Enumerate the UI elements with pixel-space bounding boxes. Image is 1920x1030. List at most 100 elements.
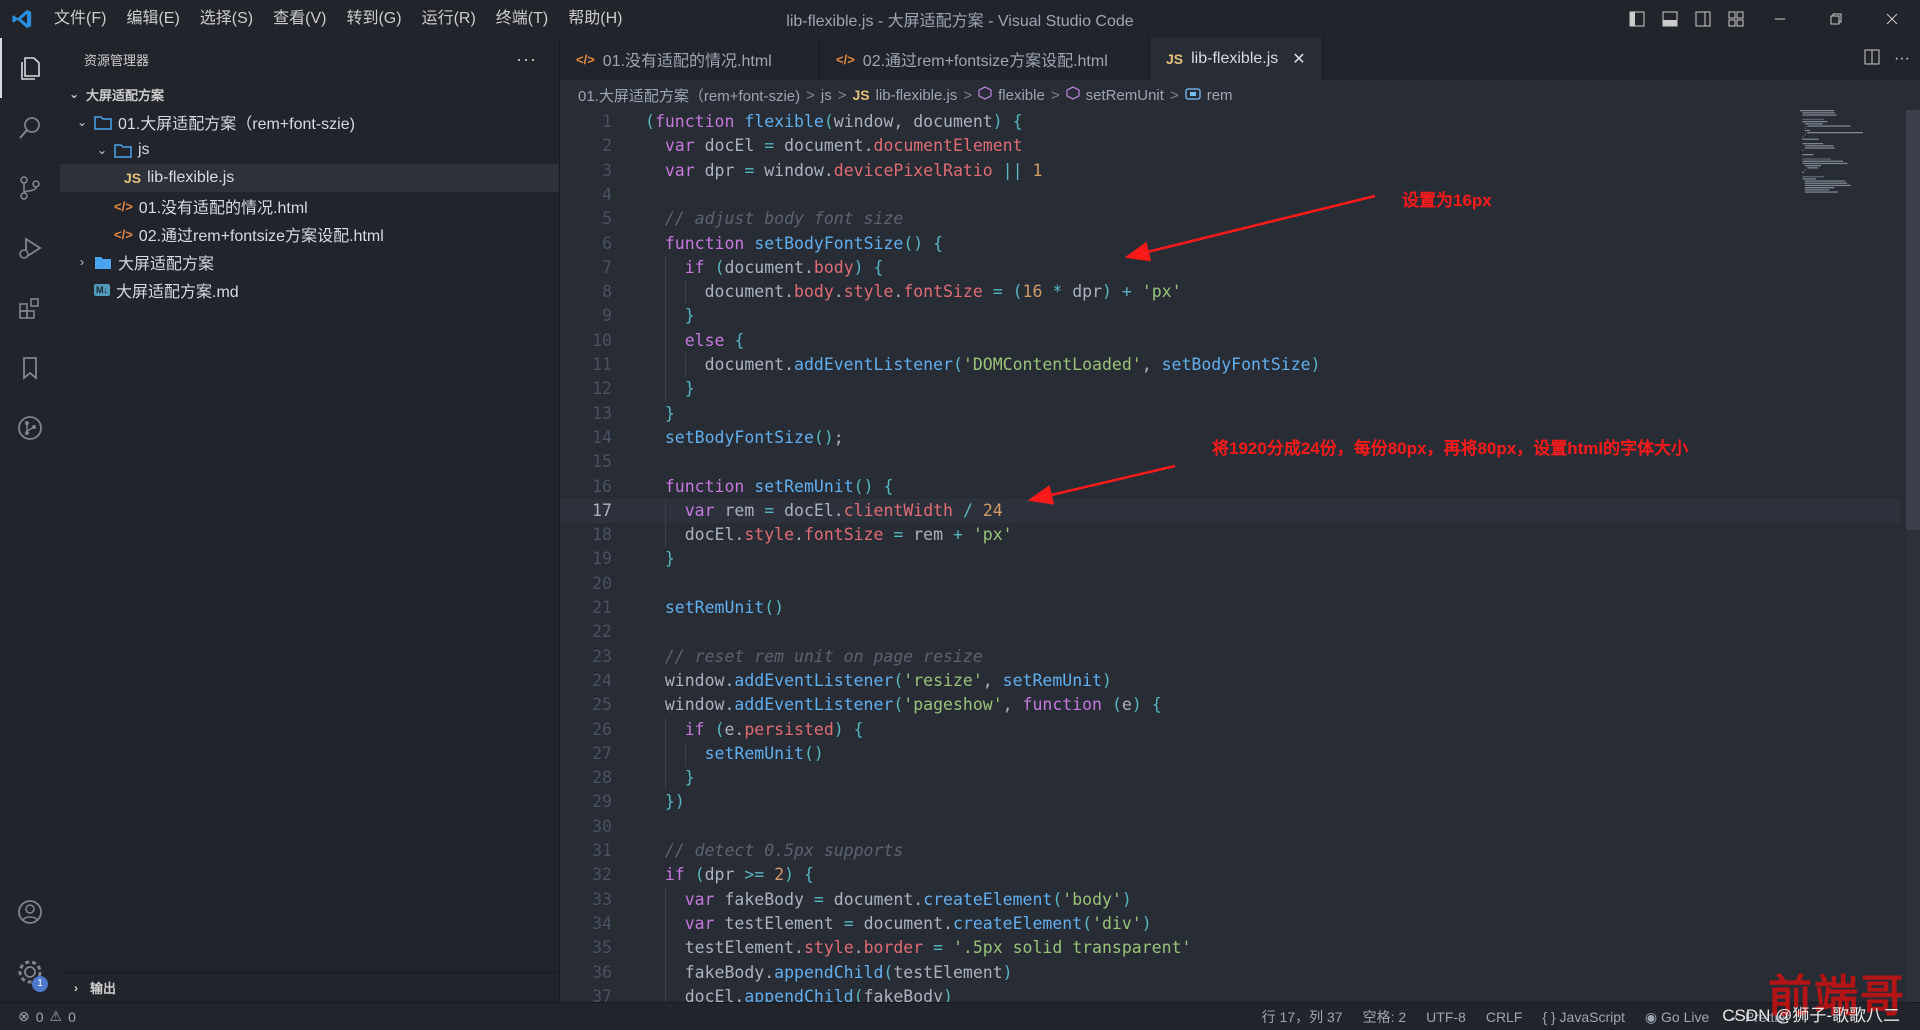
explorer-more-icon[interactable]: ··· xyxy=(516,49,537,70)
tree-item[interactable]: M↓ 大屏适配方案.md xyxy=(60,276,559,304)
toggle-sidebar-icon[interactable] xyxy=(1620,0,1653,38)
minimize-button[interactable] xyxy=(1752,0,1808,38)
menu-item[interactable]: 选择(S) xyxy=(190,0,263,38)
toggle-secondary-sidebar-icon[interactable] xyxy=(1686,0,1719,38)
code-line[interactable]: 24 window.addEventListener('resize', set… xyxy=(560,669,1900,693)
code-line[interactable]: 37 docEl.appendChild(fakeBody) xyxy=(560,985,1900,1002)
search-icon[interactable] xyxy=(0,98,60,158)
breadcrumb-subfolder[interactable]: js xyxy=(821,87,832,104)
menu-item[interactable]: 编辑(E) xyxy=(116,0,189,38)
code-line[interactable]: 32 if (dpr >= 2) { xyxy=(560,863,1900,887)
end-of-line[interactable]: CRLF xyxy=(1476,1009,1533,1025)
close-tab-icon[interactable]: ✕ xyxy=(1292,49,1305,69)
extensions-icon[interactable] xyxy=(0,278,60,338)
editor-tab[interactable]: </> 01.没有适配的情况.html xyxy=(560,38,820,80)
code-line[interactable]: 25 window.addEventListener('pageshow', f… xyxy=(560,693,1900,717)
code-line[interactable]: 34 var testElement = document.createElem… xyxy=(560,912,1900,936)
code-line[interactable]: 17 var rem = docEl.clientWidth / 24 xyxy=(560,498,1900,523)
accounts-icon[interactable] xyxy=(0,882,60,942)
breadcrumb-symbol[interactable]: rem xyxy=(1207,87,1233,104)
bookmark-icon[interactable] xyxy=(0,338,60,398)
code-line[interactable]: 9 } xyxy=(560,304,1900,328)
code-line[interactable]: 7 if (document.body) { xyxy=(560,256,1900,280)
tree-item[interactable]: JS lib-flexible.js xyxy=(60,164,559,192)
go-live-button[interactable]: ◉ Go Live xyxy=(1635,1009,1719,1026)
html-file-icon: </> xyxy=(576,51,595,67)
run-debug-icon[interactable] xyxy=(0,218,60,278)
editor-tab[interactable]: </> 02.通过rem+fontsize方案设配.html xyxy=(820,38,1150,80)
vscode-window: 文件(F) 编辑(E) 选择(S) 查看(V) 转到(G) 运行(R) 终端(T) 帮助(H)… xyxy=(0,0,1920,1030)
output-panel-toggle[interactable]: › 输出 xyxy=(60,972,559,1002)
menu-item[interactable]: 运行(R) xyxy=(412,0,486,38)
code-text: docEl.appendChild(fakeBody) xyxy=(645,986,953,1002)
code-line[interactable]: 29 }) xyxy=(560,790,1900,814)
cursor-position[interactable]: 行 17，列 37 xyxy=(1252,1007,1353,1027)
menu-item[interactable]: 帮助(H) xyxy=(558,0,632,38)
code-line[interactable]: 27 setRemUnit() xyxy=(560,742,1900,766)
code-line[interactable]: 33 var fakeBody = document.createElement… xyxy=(560,888,1900,912)
indentation[interactable]: 空格: 2 xyxy=(1353,1007,1417,1027)
close-window-button[interactable] xyxy=(1864,0,1920,38)
line-number: 24 xyxy=(592,670,612,690)
code-line[interactable]: 23 // reset rem unit on page resize xyxy=(560,645,1900,669)
code-text: window.addEventListener('resize', setRem… xyxy=(645,670,1112,690)
code-line[interactable]: 1 (function flexible(window, document) { xyxy=(560,110,1900,134)
tree-item[interactable]: ⌄ js xyxy=(60,136,559,164)
problems-indicator[interactable]: ⊗ 0 ⚠ 0 xyxy=(0,1008,76,1025)
split-editor-icon[interactable] xyxy=(1864,49,1880,70)
menu-item[interactable]: 终端(T) xyxy=(486,0,558,38)
code-line[interactable]: 20 xyxy=(560,572,1900,596)
explorer-icon[interactable] xyxy=(0,38,60,98)
code-line[interactable]: 5 // adjust body font size xyxy=(560,207,1900,231)
tree-item[interactable]: </> 01.没有适配的情况.html xyxy=(60,192,559,220)
tree-item[interactable]: ⌄ 01.大屏适配方案（rem+font-szie) xyxy=(60,108,559,136)
git-graph-icon[interactable] xyxy=(0,398,60,458)
menu-item[interactable]: 查看(V) xyxy=(263,0,336,38)
breadcrumb-file[interactable]: lib-flexible.js xyxy=(876,87,958,104)
toggle-panel-icon[interactable] xyxy=(1653,0,1686,38)
code-line[interactable]: 35 testElement.style.border = '.5px soli… xyxy=(560,936,1900,960)
workspace-section[interactable]: ⌄ 大屏适配方案 xyxy=(60,80,559,108)
code-editor[interactable]: 1 (function flexible(window, document) {2… xyxy=(560,110,1920,1002)
customize-layout-icon[interactable] xyxy=(1719,0,1752,38)
code-line[interactable]: 8 document.body.style.fontSize = (16 * d… xyxy=(560,280,1900,304)
editor-scrollbar[interactable] xyxy=(1906,110,1920,1002)
code-line[interactable]: 6 function setBodyFontSize() { xyxy=(560,232,1900,256)
code-line[interactable]: 12 } xyxy=(560,377,1900,401)
code-line[interactable]: 4 xyxy=(560,183,1900,207)
explorer-sidebar: 资源管理器 ··· ⌄ 大屏适配方案 ⌄ 01.大屏适配方案（rem+font-s… xyxy=(60,38,560,1002)
braces-icon: { } xyxy=(1542,1009,1556,1025)
code-line[interactable]: 22 xyxy=(560,620,1900,644)
code-line[interactable]: 36 fakeBody.appendChild(testElement) xyxy=(560,961,1900,985)
code-line[interactable]: 13 } xyxy=(560,402,1900,426)
encoding[interactable]: UTF-8 xyxy=(1416,1009,1476,1025)
language-mode[interactable]: { } JavaScript xyxy=(1532,1009,1635,1025)
code-line[interactable]: 28 } xyxy=(560,766,1900,790)
menu-item[interactable]: 文件(F) xyxy=(44,0,116,38)
tree-item[interactable]: › 大屏适配方案 xyxy=(60,248,559,276)
code-line[interactable]: 30 xyxy=(560,815,1900,839)
tree-item[interactable]: </> 02.通过rem+fontsize方案设配.html xyxy=(60,220,559,248)
code-line[interactable]: 21 setRemUnit() xyxy=(560,596,1900,620)
code-line[interactable]: 26 if (e.persisted) { xyxy=(560,718,1900,742)
breadcrumb-function[interactable]: flexible xyxy=(998,87,1045,104)
code-line[interactable]: 31 // detect 0.5px supports xyxy=(560,839,1900,863)
settings-gear-icon[interactable]: 1 xyxy=(0,942,60,1002)
code-line[interactable]: 3 var dpr = window.devicePixelRatio || 1 xyxy=(560,159,1900,183)
code-line[interactable]: 2 var docEl = document.documentElement xyxy=(560,134,1900,158)
breadcrumb-folder[interactable]: 01.大屏适配方案（rem+font-szie) xyxy=(578,85,800,106)
code-line[interactable]: 16 function setRemUnit() { xyxy=(560,475,1900,499)
code-text: } xyxy=(684,768,695,788)
menu-item[interactable]: 转到(G) xyxy=(336,0,411,38)
source-control-icon[interactable] xyxy=(0,158,60,218)
line-number: 27 xyxy=(592,743,612,763)
code-line[interactable]: 11 document.addEventListener('DOMContent… xyxy=(560,353,1900,377)
code-line[interactable]: 10 else { xyxy=(560,329,1900,353)
restore-button[interactable] xyxy=(1808,0,1864,38)
more-actions-icon[interactable]: ··· xyxy=(1894,50,1910,68)
scrollbar-thumb[interactable] xyxy=(1906,110,1920,530)
breadcrumb-function[interactable]: setRemUnit xyxy=(1086,87,1164,104)
code-line[interactable]: 19 } xyxy=(560,547,1900,571)
editor-tab[interactable]: JS lib-flexible.js ✕ xyxy=(1150,38,1323,80)
code-line[interactable]: 18 docEl.style.fontSize = rem + 'px' xyxy=(560,523,1900,547)
